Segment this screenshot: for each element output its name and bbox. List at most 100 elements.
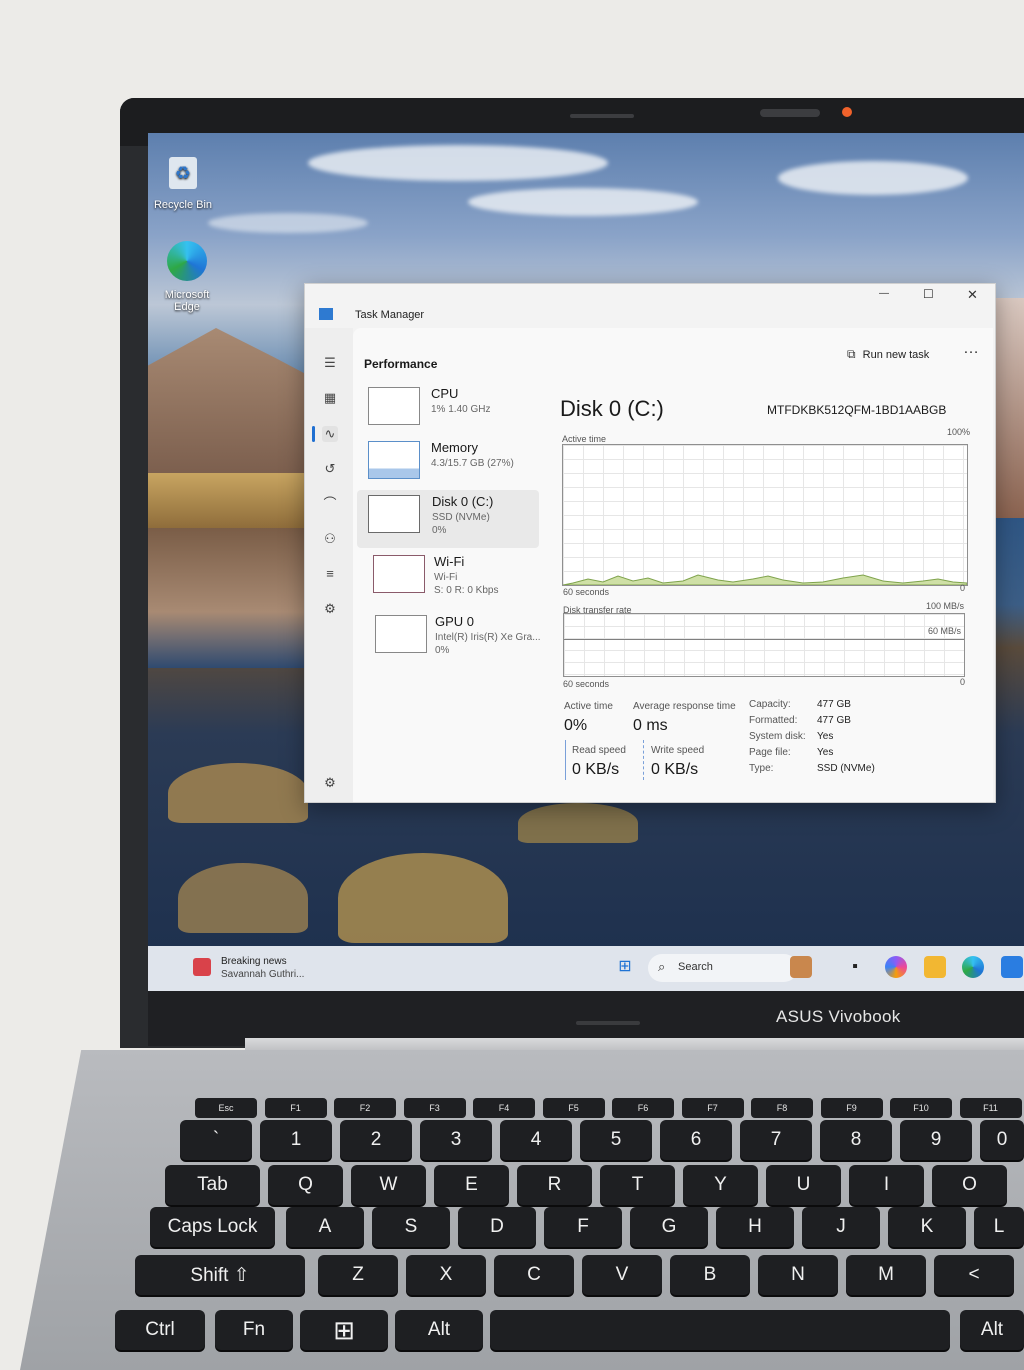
store-icon[interactable] — [1001, 956, 1023, 978]
key-tab[interactable]: Tab — [165, 1165, 260, 1205]
key-9[interactable]: 9 — [900, 1120, 972, 1160]
settings-icon[interactable]: ⚙ — [322, 775, 338, 791]
perf-item-cpu[interactable]: CPU 1% 1.40 GHz — [363, 382, 543, 434]
file-explorer-icon[interactable] — [924, 956, 946, 978]
key-esc[interactable]: Esc — [195, 1098, 257, 1118]
key-i[interactable]: I — [849, 1165, 924, 1205]
cloud — [468, 188, 698, 216]
key-q[interactable]: Q — [268, 1165, 343, 1205]
key-4[interactable]: 4 — [500, 1120, 572, 1160]
key-f1[interactable]: F1 — [264, 1098, 327, 1118]
key-f7[interactable]: F7 — [681, 1098, 744, 1118]
key-t[interactable]: T — [600, 1165, 675, 1205]
key-l[interactable]: L — [974, 1207, 1024, 1247]
active-time-line — [563, 574, 967, 585]
key-m[interactable]: M — [846, 1255, 926, 1295]
key-f6[interactable]: F6 — [612, 1098, 674, 1118]
perf-item-wifi[interactable]: Wi-Fi Wi-Fi S: 0 R: 0 Kbps — [363, 550, 543, 602]
maximize-button[interactable]: ☐ — [923, 287, 934, 301]
users-icon[interactable]: ⚇ — [322, 531, 338, 547]
key-b[interactable]: B — [670, 1255, 750, 1295]
key-r[interactable]: R — [517, 1165, 592, 1205]
run-new-task-button[interactable]: ⧉ Run new task — [847, 347, 929, 362]
more-options-button[interactable]: … — [963, 340, 979, 358]
copilot-icon[interactable] — [885, 956, 907, 978]
processes-icon[interactable]: ▦ — [322, 390, 338, 406]
key-f9[interactable]: F9 — [820, 1098, 883, 1118]
key-8[interactable]: 8 — [820, 1120, 892, 1160]
key-f10[interactable]: F10 — [890, 1098, 952, 1118]
key-<[interactable]: < — [934, 1255, 1014, 1295]
key-f2[interactable]: F2 — [334, 1098, 396, 1118]
key-o[interactable]: O — [932, 1165, 1007, 1205]
key-alt[interactable]: Alt — [395, 1310, 483, 1350]
key-10[interactable]: 0 — [980, 1120, 1024, 1160]
news-icon — [193, 958, 211, 976]
key-windows[interactable]: ⊞ — [300, 1310, 388, 1350]
widgets-icon[interactable] — [790, 956, 812, 978]
key-space[interactable] — [490, 1310, 950, 1350]
key-2[interactable]: 2 — [340, 1120, 412, 1160]
perf-item-memory[interactable]: Memory 4.3/15.7 GB (27%) — [363, 436, 543, 488]
key-s[interactable]: S — [372, 1207, 450, 1247]
key-1[interactable]: 1 — [260, 1120, 332, 1160]
edge-taskbar-icon[interactable] — [962, 956, 984, 978]
desktop-icon-edge[interactable]: Microsoft Edge — [152, 241, 222, 313]
key-w[interactable]: W — [351, 1165, 426, 1205]
golden-field — [148, 473, 318, 528]
key-5[interactable]: 5 — [580, 1120, 652, 1160]
key-shift[interactable]: Shift ⇧ — [135, 1255, 305, 1295]
key-d[interactable]: D — [458, 1207, 536, 1247]
key-e[interactable]: E — [434, 1165, 509, 1205]
perf-item-disk[interactable]: Disk 0 (C:) SSD (NVMe) 0% — [357, 490, 539, 548]
key-3[interactable]: 3 — [420, 1120, 492, 1160]
taskbar: Breaking news Savannah Guthri... ⊞ ⌕ Sea… — [148, 946, 1024, 991]
minimize-button[interactable]: — — [879, 288, 889, 299]
key-f3[interactable]: F3 — [403, 1098, 466, 1118]
brand-label: ASUS Vivobook — [776, 1007, 901, 1026]
startup-apps-icon[interactable]: ⌒ — [322, 496, 338, 512]
key-fn[interactable]: Fn — [215, 1310, 293, 1350]
key-g[interactable]: G — [630, 1207, 708, 1247]
key-f11[interactable]: F11 — [959, 1098, 1022, 1118]
key-y[interactable]: Y — [683, 1165, 758, 1205]
key-j[interactable]: J — [802, 1207, 880, 1247]
key-f5[interactable]: F5 — [542, 1098, 605, 1118]
app-history-icon[interactable]: ↺ — [322, 461, 338, 477]
cloud — [308, 145, 608, 181]
details-icon[interactable]: ≡ — [322, 566, 338, 582]
key-0[interactable]: ` — [180, 1120, 252, 1160]
key-h[interactable]: H — [716, 1207, 794, 1247]
key-c[interactable]: C — [494, 1255, 574, 1295]
write-divider — [643, 740, 644, 780]
key-x[interactable]: X — [406, 1255, 486, 1295]
key-k[interactable]: K — [888, 1207, 966, 1247]
windows-start-icon[interactable]: ⊞ — [614, 956, 636, 978]
key-f8[interactable]: F8 — [751, 1098, 813, 1118]
mountain-reflection — [148, 528, 318, 668]
performance-icon[interactable]: ∿ — [322, 426, 338, 442]
services-icon[interactable]: ⚙ — [322, 601, 338, 617]
key-a[interactable]: A — [286, 1207, 364, 1247]
mountain — [148, 328, 318, 478]
key-n[interactable]: N — [758, 1255, 838, 1295]
key-u[interactable]: U — [766, 1165, 841, 1205]
task-view-icon[interactable]: ▪ — [844, 956, 866, 978]
news-widget[interactable]: Breaking news Savannah Guthri... — [193, 954, 333, 984]
close-button[interactable]: ✕ — [967, 287, 978, 303]
perf-item-gpu[interactable]: GPU 0 Intel(R) Iris(R) Xe Gra... 0% — [363, 610, 543, 662]
key-caps-lock[interactable]: Caps Lock — [150, 1207, 275, 1247]
key-7[interactable]: 7 — [740, 1120, 812, 1160]
key-v[interactable]: V — [582, 1255, 662, 1295]
key-z[interactable]: Z — [318, 1255, 398, 1295]
key-f[interactable]: F — [544, 1207, 622, 1247]
disk-model: MTFDKBK512QFM-1BD1AABGB — [767, 403, 947, 417]
taskbar-search[interactable]: ⌕ Search — [648, 954, 798, 982]
key-ctrl[interactable]: Ctrl — [115, 1310, 205, 1350]
key-f4[interactable]: F4 — [473, 1098, 535, 1118]
windows-logo-icon: ⊞ — [333, 1314, 355, 1345]
desktop-icon-recycle-bin[interactable]: ♻ Recycle Bin — [148, 157, 218, 211]
key-alt-right[interactable]: Alt — [960, 1310, 1024, 1350]
key-6[interactable]: 6 — [660, 1120, 732, 1160]
hamburger-menu-icon[interactable]: ☰ — [322, 355, 338, 371]
